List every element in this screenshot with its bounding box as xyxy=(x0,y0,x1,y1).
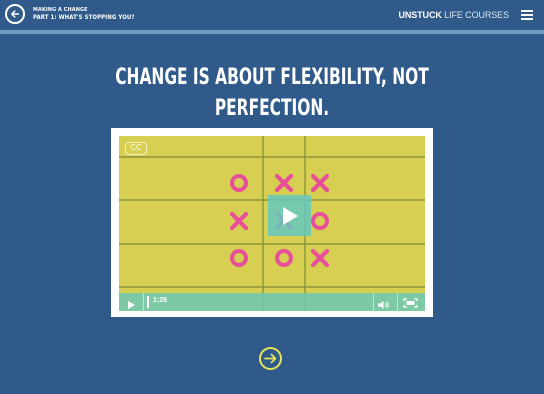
breadcrumb-title: MAKING A CHANGE xyxy=(33,7,88,13)
headline-line-2: PERFECTION. xyxy=(214,96,330,121)
video-controls: 1:28 xyxy=(119,293,425,311)
back-arrow-icon xyxy=(11,10,20,18)
controls-divider xyxy=(373,293,374,311)
headline-line-1: CHANGE IS ABOUT FLEXIBILITY, NOT xyxy=(115,65,429,90)
cc-badge[interactable]: CC xyxy=(125,142,147,155)
page-headline: CHANGE IS ABOUT FLEXIBILITY, NOT PERFECT… xyxy=(60,62,484,124)
header-divider xyxy=(0,30,544,34)
play-icon xyxy=(282,206,298,225)
back-button[interactable] xyxy=(5,4,25,24)
o-mark xyxy=(275,249,293,267)
video-area[interactable]: CC 1:28 xyxy=(119,136,425,311)
current-time: 1:28 xyxy=(153,297,168,304)
x-mark xyxy=(310,248,330,268)
x-mark xyxy=(310,173,330,193)
controls-divider xyxy=(143,293,144,311)
o-mark xyxy=(230,249,248,267)
x-mark xyxy=(274,173,294,193)
control-play-button[interactable] xyxy=(124,297,138,309)
fullscreen-icon xyxy=(403,298,418,308)
brand-logo[interactable]: UNSTUCK LIFE COURSES xyxy=(398,10,509,20)
play-button[interactable] xyxy=(268,195,311,236)
video-player: CC 1:28 xyxy=(111,128,433,317)
volume-button[interactable] xyxy=(377,297,391,309)
breadcrumb-subtitle: PART 1: WHAT'S STOPPING YOU? xyxy=(33,14,135,21)
progress-bar[interactable]: 1:28 xyxy=(147,296,372,308)
controls-divider xyxy=(397,293,398,311)
hamburger-menu-icon xyxy=(521,10,533,12)
o-mark xyxy=(230,174,248,192)
breadcrumb: MAKING A CHANGE PART 1: WHAT'S STOPPING … xyxy=(33,7,135,21)
next-arrow-icon xyxy=(264,353,277,364)
menu-button[interactable] xyxy=(521,10,533,20)
volume-icon xyxy=(378,301,389,309)
next-button[interactable] xyxy=(259,347,282,370)
x-mark xyxy=(229,211,249,231)
o-mark xyxy=(311,212,329,230)
brand-tagline: LIFE COURSES xyxy=(444,10,509,20)
play-icon xyxy=(128,301,135,309)
progress-handle[interactable] xyxy=(147,296,149,308)
top-bar: MAKING A CHANGE PART 1: WHAT'S STOPPING … xyxy=(0,0,544,30)
fullscreen-button[interactable] xyxy=(402,296,419,308)
brand-name: UNSTUCK xyxy=(398,10,442,20)
